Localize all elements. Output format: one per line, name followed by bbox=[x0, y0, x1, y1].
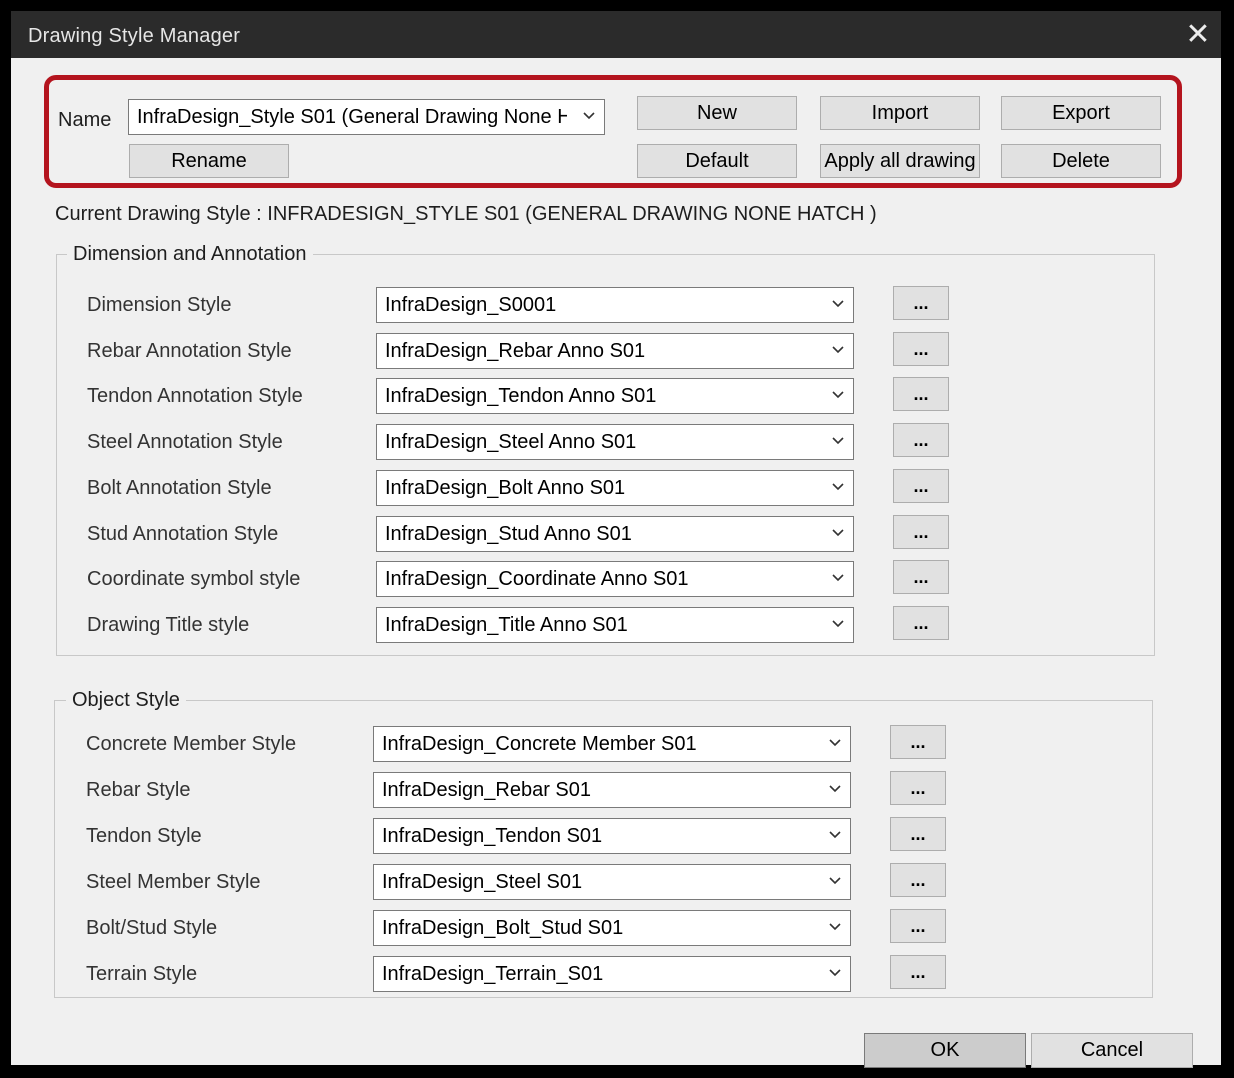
object-browse-button[interactable]: ... bbox=[890, 863, 946, 897]
current-drawing-style: Current Drawing Style : INFRADESIGN_STYL… bbox=[55, 203, 877, 225]
object-browse-button[interactable]: ... bbox=[890, 955, 946, 989]
object-style-dropdown[interactable]: InfraDesign_Concrete Member S01 bbox=[373, 726, 851, 762]
dimension-style-value: InfraDesign_Bolt Anno S01 bbox=[385, 476, 626, 499]
dimension-browse-button[interactable]: ... bbox=[893, 560, 949, 595]
object-style-dropdown[interactable]: InfraDesign_Rebar S01 bbox=[373, 772, 851, 808]
object-browse-button[interactable]: ... bbox=[890, 771, 946, 805]
chevron-down-icon bbox=[823, 562, 853, 596]
new-button[interactable]: New bbox=[637, 96, 797, 130]
apply-all-drawing-button[interactable]: Apply all drawing bbox=[820, 144, 980, 178]
chevron-down-icon bbox=[823, 379, 853, 413]
dimension-style-value: InfraDesign_Steel Anno S01 bbox=[385, 431, 637, 454]
dimension-style-value: InfraDesign_S0001 bbox=[385, 294, 557, 316]
dimension-row-label: Rebar Annotation Style bbox=[87, 339, 292, 362]
chevron-down-icon bbox=[823, 471, 853, 505]
chevron-down-icon bbox=[820, 911, 850, 945]
dimension-style-dropdown[interactable]: InfraDesign_Rebar Anno S01 bbox=[376, 332, 854, 369]
chevron-down-icon bbox=[820, 773, 850, 807]
object-style-dropdown[interactable]: InfraDesign_Bolt_Stud S01 bbox=[373, 910, 851, 946]
dimension-annotation-group-title: Dimension and Annotation bbox=[67, 243, 313, 266]
drawing-style-manager-window: Drawing Style Manager ✕ Name InfraDesign… bbox=[11, 11, 1221, 1068]
chevron-down-icon bbox=[823, 608, 853, 642]
dimension-row-label: Tendon Annotation Style bbox=[87, 385, 303, 408]
object-style-dropdown[interactable]: InfraDesign_Steel S01 bbox=[373, 864, 851, 900]
object-row-label: Terrain Style bbox=[86, 963, 198, 985]
object-browse-button[interactable]: ... bbox=[890, 909, 946, 943]
default-button[interactable]: Default bbox=[637, 144, 797, 178]
style-name-dropdown[interactable]: InfraDesign_Style S01 (General Drawing N… bbox=[128, 99, 605, 135]
close-button[interactable]: ✕ bbox=[1175, 11, 1221, 58]
chevron-down-icon bbox=[820, 819, 850, 853]
dimension-row-label: Steel Annotation Style bbox=[87, 431, 283, 454]
object-browse-button[interactable]: ... bbox=[890, 817, 946, 851]
close-icon: ✕ bbox=[1185, 18, 1211, 51]
dimension-row-label: Dimension Style bbox=[87, 294, 232, 316]
object-row-label: Bolt/Stud Style bbox=[86, 917, 218, 939]
rename-button[interactable]: Rename bbox=[129, 144, 289, 178]
delete-button[interactable]: Delete bbox=[1001, 144, 1161, 178]
dimension-browse-button[interactable]: ... bbox=[893, 377, 949, 412]
dimension-row-label: Stud Annotation Style bbox=[87, 522, 279, 545]
object-style-value: InfraDesign_Rebar S01 bbox=[382, 779, 592, 801]
object-style-dropdown[interactable]: InfraDesign_Tendon S01 bbox=[373, 818, 851, 854]
dimension-browse-button[interactable]: ... bbox=[893, 605, 949, 640]
dimension-row-label: Bolt Annotation Style bbox=[87, 476, 272, 499]
export-button[interactable]: Export bbox=[1001, 96, 1161, 130]
dimension-style-dropdown[interactable]: InfraDesign_Stud Anno S01 bbox=[376, 515, 854, 552]
ok-button[interactable]: OK bbox=[864, 1033, 1026, 1068]
dimension-browse-button[interactable]: ... bbox=[893, 286, 949, 320]
dimension-row-label: Coordinate symbol style bbox=[87, 568, 301, 591]
style-name-value: InfraDesign_Style S01 (General Drawing N… bbox=[137, 106, 567, 128]
cancel-button[interactable]: Cancel bbox=[1031, 1033, 1193, 1068]
chevron-down-icon bbox=[820, 957, 850, 991]
window-title: Drawing Style Manager bbox=[28, 25, 241, 47]
object-row-label: Concrete Member Style bbox=[86, 733, 297, 755]
import-button[interactable]: Import bbox=[820, 96, 980, 130]
object-style-value: InfraDesign_Terrain_S01 bbox=[382, 963, 604, 985]
dimension-browse-button[interactable]: ... bbox=[893, 331, 949, 366]
chevron-down-icon bbox=[820, 865, 850, 899]
object-row-label: Tendon Style bbox=[86, 825, 202, 847]
chevron-down-icon bbox=[823, 425, 853, 459]
chevron-down-icon bbox=[823, 334, 853, 368]
dimension-style-dropdown[interactable]: InfraDesign_Steel Anno S01 bbox=[376, 424, 854, 461]
object-style-group-title: Object Style bbox=[66, 689, 186, 712]
dimension-style-value: InfraDesign_Coordinate Anno S01 bbox=[385, 568, 689, 591]
object-style-dropdown[interactable]: InfraDesign_Terrain_S01 bbox=[373, 956, 851, 992]
dimension-browse-button[interactable]: ... bbox=[893, 514, 949, 549]
dimension-style-value: InfraDesign_Rebar Anno S01 bbox=[385, 339, 646, 362]
dimension-row-label: Drawing Title style bbox=[87, 613, 250, 636]
chevron-down-icon bbox=[823, 288, 853, 322]
chevron-down-icon bbox=[823, 517, 853, 551]
dimension-style-value: InfraDesign_Title Anno S01 bbox=[385, 613, 628, 636]
title-bar: Drawing Style Manager ✕ bbox=[11, 11, 1221, 58]
object-style-value: InfraDesign_Steel S01 bbox=[382, 871, 583, 893]
object-style-value: InfraDesign_Concrete Member S01 bbox=[382, 733, 697, 755]
dimension-style-dropdown[interactable]: InfraDesign_Tendon Anno S01 bbox=[376, 378, 854, 415]
dialog-body: Name InfraDesign_Style S01 (General Draw… bbox=[14, 58, 1218, 1068]
object-row-label: Rebar Style bbox=[86, 779, 191, 801]
object-style-value: InfraDesign_Bolt_Stud S01 bbox=[382, 917, 624, 939]
dimension-style-value: InfraDesign_Stud Anno S01 bbox=[385, 522, 632, 545]
object-row-label: Steel Member Style bbox=[86, 871, 261, 893]
dimension-browse-button[interactable]: ... bbox=[893, 468, 949, 503]
chevron-down-icon bbox=[574, 100, 604, 134]
dimension-style-dropdown[interactable]: InfraDesign_S0001 bbox=[376, 287, 854, 323]
object-style-value: InfraDesign_Tendon S01 bbox=[382, 825, 603, 847]
name-label: Name bbox=[58, 109, 112, 131]
dimension-style-dropdown[interactable]: InfraDesign_Bolt Anno S01 bbox=[376, 469, 854, 506]
dimension-style-value: InfraDesign_Tendon Anno S01 bbox=[385, 385, 657, 408]
dimension-style-dropdown[interactable]: InfraDesign_Coordinate Anno S01 bbox=[376, 561, 854, 598]
chevron-down-icon bbox=[820, 727, 850, 761]
dimension-style-dropdown[interactable]: InfraDesign_Title Anno S01 bbox=[376, 606, 854, 643]
object-browse-button[interactable]: ... bbox=[890, 725, 946, 759]
dimension-browse-button[interactable]: ... bbox=[893, 423, 949, 458]
